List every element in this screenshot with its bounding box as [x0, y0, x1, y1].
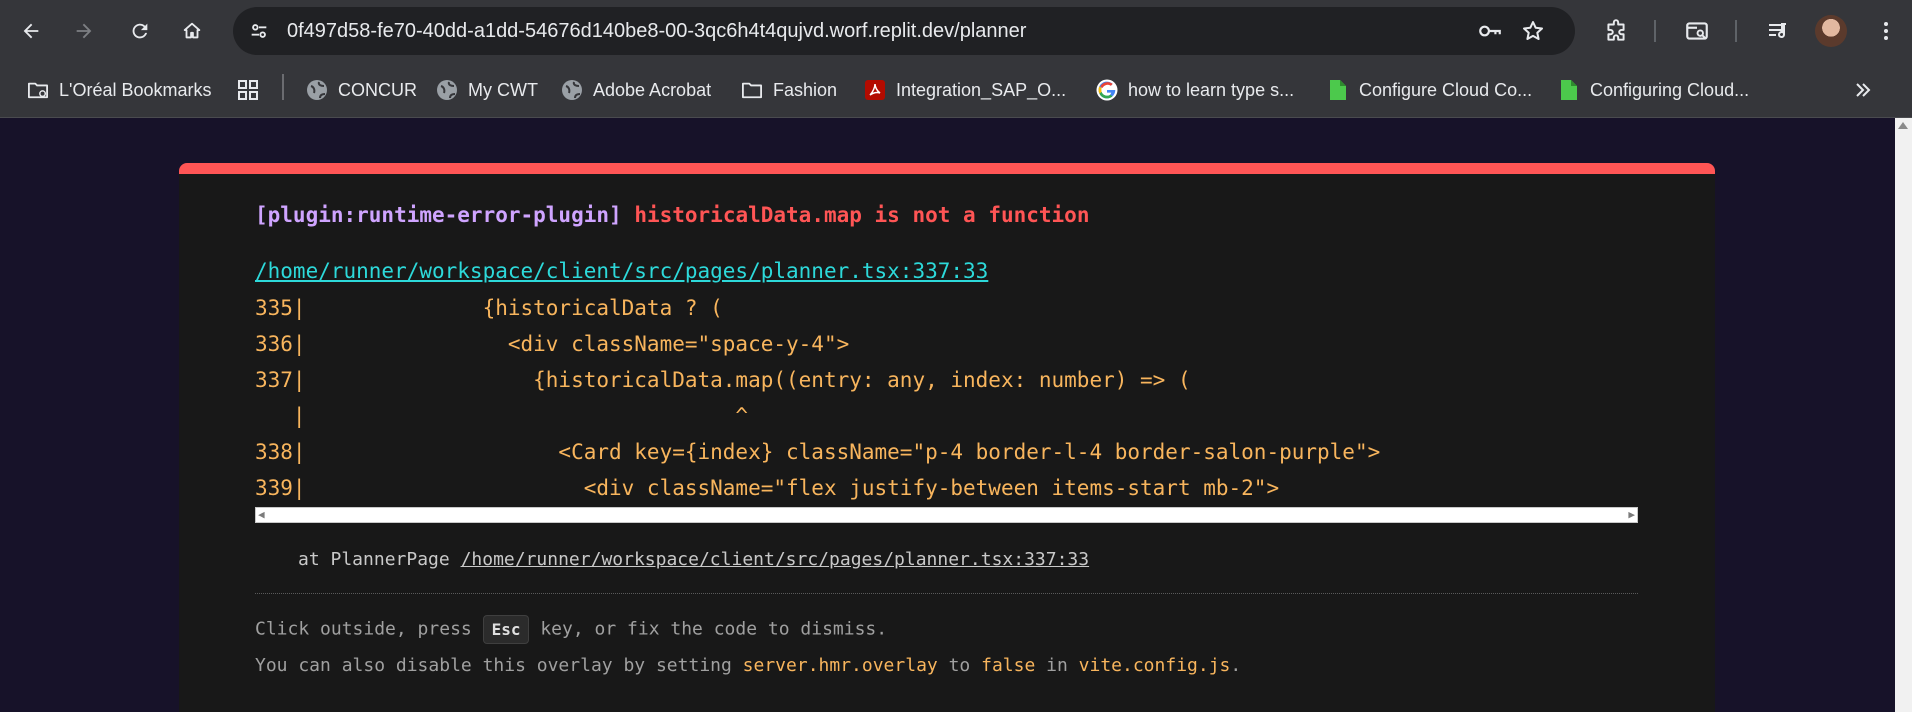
dismiss-tip: Click outside, press Esc key, or fix the… — [255, 615, 887, 644]
code-line: 335| {historicalData ? ( — [255, 296, 723, 320]
page-scrollbar[interactable] — [1895, 118, 1912, 712]
site-info-button[interactable] — [241, 13, 277, 49]
bookmark-label: Adobe Acrobat — [593, 79, 712, 100]
code-line: 339| <div className="flex justify-betwee… — [255, 476, 1280, 500]
bookmark-google-search[interactable]: how to learn type s... — [1096, 74, 1294, 106]
home-icon — [183, 22, 201, 39]
toolbar-divider — [1735, 20, 1737, 42]
bookmark-label: CONCUR — [338, 79, 417, 100]
menu-icon — [1884, 22, 1888, 40]
tip-text: to — [937, 655, 982, 676]
bookmark-configure-cloud[interactable]: Configure Cloud Co... — [1327, 74, 1532, 106]
page-icon — [1558, 79, 1580, 101]
esc-key: Esc — [482, 615, 530, 644]
back-button[interactable] — [11, 11, 51, 51]
folder-icon — [27, 79, 49, 101]
overlay-divider — [255, 593, 1638, 594]
reload-icon — [132, 23, 148, 39]
bookmark-fashion-folder[interactable]: Fashion — [741, 74, 837, 106]
scroll-up-icon[interactable] — [1898, 122, 1908, 129]
google-icon — [1096, 79, 1118, 101]
chevron-double-right-icon — [1852, 79, 1874, 101]
bookmark-adobe-acrobat[interactable]: Adobe Acrobat — [561, 74, 711, 106]
forward-icon — [76, 23, 92, 39]
tip-text: in — [1035, 655, 1079, 676]
bookmark-configuring-cloud[interactable]: Configuring Cloud... — [1558, 74, 1749, 106]
code-caret-line: | ^ — [255, 404, 749, 428]
stack-trace: at PlannerPage /home/runner/workspace/cl… — [298, 549, 1089, 570]
media-controls-button[interactable] — [1760, 13, 1796, 49]
url-text[interactable]: 0f497d58-fe70-40dd-a1dd-54676d140be8-00-… — [287, 7, 1026, 55]
stack-file-link[interactable]: /home/runner/workspace/client/src/pages/… — [461, 549, 1090, 570]
bookmark-label: L'Oréal Bookmarks — [59, 79, 212, 100]
url-path: /planner — [954, 20, 1027, 42]
bookmark-label: Configuring Cloud... — [1590, 79, 1750, 100]
extensions-button[interactable] — [1598, 13, 1634, 49]
bookmark-integration-sap[interactable]: Integration_SAP_O... — [864, 74, 1066, 106]
bookmarks-divider — [282, 74, 284, 100]
home-button[interactable] — [172, 11, 212, 51]
code-frame-scrollbar[interactable]: ◀ ▶ — [255, 507, 1638, 523]
globe-icon — [436, 79, 458, 101]
tip-text: key, or fix the code to dismiss. — [529, 618, 888, 640]
bookmark-label: how to learn type s... — [1128, 79, 1295, 100]
scroll-right-icon[interactable]: ▶ — [1628, 509, 1635, 521]
chrome-menu-button[interactable] — [1868, 13, 1904, 49]
bookmark-label: Configure Cloud Co... — [1359, 79, 1533, 100]
apps-grid-icon — [237, 79, 259, 101]
reload-button[interactable] — [120, 11, 160, 51]
stack-function: at PlannerPage — [298, 549, 461, 570]
extensions-icon — [1607, 19, 1625, 41]
error-file-link[interactable]: /home/runner/workspace/client/src/pages/… — [255, 259, 988, 283]
bookmark-label: Integration_SAP_O... — [896, 79, 1067, 100]
tip-text: . — [1230, 655, 1242, 676]
page-icon — [1327, 79, 1349, 101]
bookmark-label: My CWT — [468, 79, 538, 100]
config-value: false — [981, 655, 1036, 676]
bookmarks-overflow-button[interactable] — [1852, 74, 1874, 106]
star-icon — [1523, 21, 1543, 40]
globe-icon — [306, 79, 328, 101]
bookmark-concur[interactable]: CONCUR — [306, 74, 417, 106]
plugin-label: [plugin:runtime-error-plugin] — [255, 203, 622, 227]
bookmark-my-cwt[interactable]: My CWT — [436, 74, 538, 106]
error-message: [plugin:runtime-error-plugin] historical… — [255, 203, 1089, 227]
disable-overlay-tip: You can also disable this overlay by set… — [255, 655, 1241, 676]
error-overlay: [plugin:runtime-error-plugin] historical… — [179, 163, 1715, 712]
config-key: server.hmr.overlay — [742, 655, 938, 676]
back-icon — [23, 23, 39, 39]
password-key-button[interactable] — [1475, 16, 1505, 46]
search-tabs-icon — [1686, 22, 1708, 40]
bookmark-star-button[interactable] — [1518, 16, 1548, 46]
code-frame: 335| {historicalData ? ( 336| <div class… — [255, 290, 1638, 506]
folder-icon — [741, 79, 763, 101]
search-tabs-button[interactable] — [1679, 13, 1715, 49]
bookmark-loreal-folder[interactable]: L'Oréal Bookmarks — [27, 74, 212, 106]
browser-toolbar: 0f497d58-fe70-40dd-a1dd-54676d140be8-00-… — [0, 0, 1912, 62]
media-icon — [1769, 23, 1786, 39]
tip-text: You can also disable this overlay by set… — [255, 655, 743, 676]
bookmark-apps[interactable] — [237, 74, 259, 106]
tune-icon — [251, 24, 267, 38]
bookmark-label: Fashion — [773, 79, 838, 100]
tip-text: Click outside, press — [255, 618, 483, 640]
code-line: 337| {historicalData.map((entry: any, in… — [255, 368, 1191, 392]
error-text: historicalData.map is not a function — [634, 203, 1090, 227]
url-host: 0f497d58-fe70-40dd-a1dd-54676d140be8-00-… — [287, 20, 955, 42]
forward-button[interactable] — [64, 11, 104, 51]
code-line: 338| <Card key={index} className="p-4 bo… — [255, 440, 1381, 464]
bookmarks-bar: L'Oréal Bookmarks CONCUR My CWT Adobe Ac… — [0, 62, 1912, 118]
address-bar[interactable]: 0f497d58-fe70-40dd-a1dd-54676d140be8-00-… — [233, 7, 1575, 55]
toolbar-divider — [1654, 20, 1656, 42]
config-file: vite.config.js — [1078, 655, 1231, 676]
scroll-left-icon[interactable]: ◀ — [258, 509, 265, 521]
pdf-icon — [864, 79, 886, 101]
code-line: 336| <div className="space-y-4"> — [255, 332, 850, 356]
profile-avatar[interactable] — [1815, 15, 1847, 47]
key-icon — [1479, 25, 1501, 37]
globe-icon — [561, 79, 583, 101]
